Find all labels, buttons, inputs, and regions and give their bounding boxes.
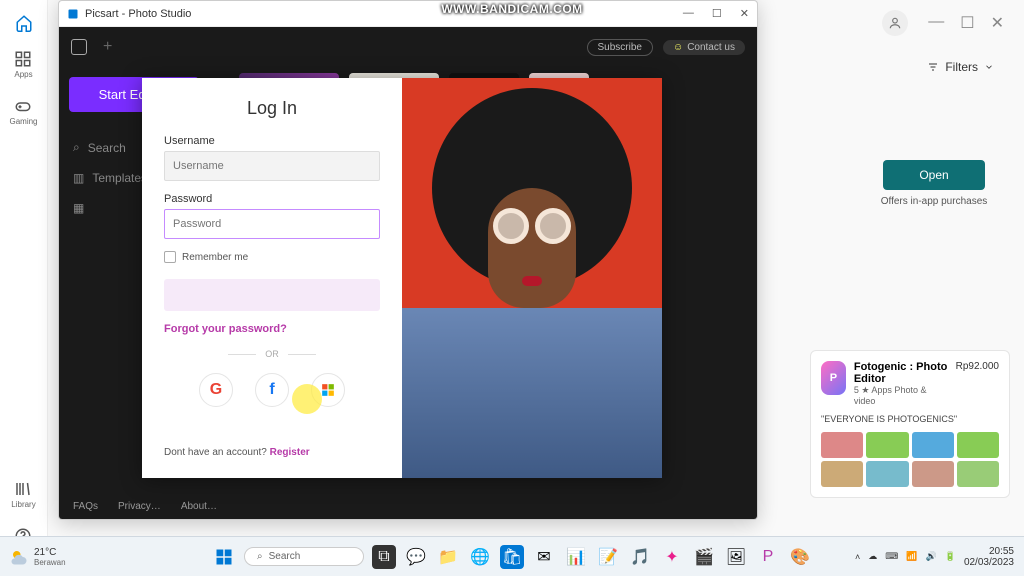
windows-taskbar: 21°C Berawan ⌕ Search ⧉ 💬 📁 🌐 🛍 ✉ 📊 📝 🎵 … bbox=[0, 536, 1024, 576]
windows-start-icon bbox=[215, 548, 233, 566]
pwin-maximize-icon[interactable]: ☐ bbox=[712, 7, 722, 20]
maximize-icon[interactable]: ☐ bbox=[960, 13, 974, 33]
taskbar-app-icon[interactable]: 🖼 bbox=[724, 545, 748, 569]
start-button[interactable] bbox=[212, 545, 236, 569]
footer-about[interactable]: About… bbox=[181, 501, 217, 512]
tray-chevron-icon[interactable]: ˄ bbox=[855, 552, 860, 562]
card-thumbnails bbox=[821, 432, 999, 487]
apps-icon bbox=[14, 50, 32, 68]
password-input[interactable] bbox=[164, 209, 380, 239]
taskbar-app-icon[interactable]: ✉ bbox=[532, 545, 556, 569]
picsart-titlebar[interactable]: Picsart - Photo Studio — ☐ ✕ bbox=[59, 1, 757, 27]
gaming-icon bbox=[14, 97, 32, 115]
taskbar-store-icon[interactable]: 🛍 bbox=[500, 545, 524, 569]
home-icon bbox=[15, 14, 33, 32]
filters-dropdown[interactable]: Filters bbox=[927, 60, 994, 74]
store-window-controls: — ☐ ✕ bbox=[928, 13, 1004, 33]
login-heading: Log In bbox=[164, 98, 380, 119]
bandicam-watermark: WWW.BANDICAM.COM bbox=[441, 2, 582, 16]
grid-icon: ▦ bbox=[73, 201, 84, 215]
user-avatar[interactable] bbox=[882, 10, 908, 36]
taskbar-app-icon[interactable]: 📝 bbox=[596, 545, 620, 569]
search-icon: ⌕ bbox=[73, 140, 80, 155]
ms-store-left-rail: Apps Gaming Library Help bbox=[0, 0, 48, 576]
rail-home[interactable] bbox=[15, 14, 33, 32]
pwin-minimize-icon[interactable]: — bbox=[683, 7, 694, 20]
card-price: Rp92.000 bbox=[956, 361, 999, 406]
pwin-close-icon[interactable]: ✕ bbox=[740, 7, 749, 20]
picsart-app-icon bbox=[67, 8, 79, 20]
card-title: Fotogenic : Photo Editor bbox=[854, 361, 948, 385]
close-icon[interactable]: ✕ bbox=[991, 13, 1004, 33]
filters-label: Filters bbox=[945, 60, 978, 74]
library-icon bbox=[14, 480, 32, 498]
login-hero-image bbox=[402, 78, 662, 478]
taskbar-clock[interactable]: 20:55 02/03/2023 bbox=[964, 546, 1014, 568]
or-divider: OR bbox=[164, 349, 380, 359]
rail-apps[interactable]: Apps bbox=[14, 50, 32, 79]
iap-text: Offers in-app purchases bbox=[881, 196, 988, 207]
tray-volume-icon[interactable]: 🔊 bbox=[926, 551, 937, 562]
taskbar-temp: 21°C bbox=[34, 547, 66, 558]
taskbar-search[interactable]: ⌕ Search bbox=[244, 547, 364, 566]
username-input[interactable] bbox=[164, 151, 380, 181]
templates-icon: ▥ bbox=[73, 171, 84, 185]
facebook-login-button[interactable]: f bbox=[255, 373, 289, 407]
taskbar-app-icon[interactable]: 🎵 bbox=[628, 545, 652, 569]
rail-apps-label: Apps bbox=[14, 70, 32, 79]
taskbar-weather[interactable]: 21°C Berawan bbox=[10, 547, 66, 567]
minimize-icon[interactable]: — bbox=[928, 13, 944, 33]
footer-faqs[interactable]: FAQs bbox=[73, 501, 98, 512]
card-logo-icon: P bbox=[821, 361, 846, 395]
taskbar-app-icon[interactable]: 📊 bbox=[564, 545, 588, 569]
tray-cloud-icon[interactable]: ☁ bbox=[868, 551, 877, 562]
taskbar-explorer-icon[interactable]: 📁 bbox=[436, 545, 460, 569]
remember-label: Remember me bbox=[182, 252, 248, 263]
taskbar-chat-icon[interactable]: 💬 bbox=[404, 545, 428, 569]
forgot-password-link[interactable]: Forgot your password? bbox=[164, 323, 380, 335]
clock-date: 02/03/2023 bbox=[964, 557, 1014, 568]
no-account-text: Dont have an account? bbox=[164, 447, 270, 458]
tray-battery-icon[interactable]: 🔋 bbox=[945, 551, 956, 562]
google-login-button[interactable]: G bbox=[199, 373, 233, 407]
signin-button[interactable]: Sign In bbox=[164, 279, 380, 311]
taskbar-app-icon[interactable]: ⧉ bbox=[372, 545, 396, 569]
related-app-card[interactable]: P Fotogenic : Photo Editor 5 ★ Apps Phot… bbox=[810, 350, 1010, 498]
search-icon: ⌕ bbox=[257, 551, 263, 562]
rail-library[interactable]: Library bbox=[11, 480, 35, 509]
picsart-title: Picsart - Photo Studio bbox=[85, 8, 191, 20]
register-link[interactable]: Register bbox=[270, 447, 310, 458]
rail-gaming[interactable]: Gaming bbox=[9, 97, 37, 126]
rail-gaming-label: Gaming bbox=[9, 117, 37, 126]
open-button[interactable]: Open bbox=[883, 160, 984, 190]
taskbar-edge-icon[interactable]: 🌐 bbox=[468, 545, 492, 569]
taskbar-weather-text: Berawan bbox=[34, 558, 66, 567]
filter-icon bbox=[927, 61, 939, 73]
login-modal: Log In Username Password Remember me Sig… bbox=[142, 78, 662, 478]
user-icon bbox=[888, 16, 902, 30]
checkbox-icon bbox=[164, 251, 176, 263]
password-label: Password bbox=[164, 193, 380, 205]
taskbar-app-icon[interactable]: 🎨 bbox=[788, 545, 812, 569]
tray-wifi-icon[interactable]: 📶 bbox=[906, 551, 917, 562]
picsart-home-icon[interactable] bbox=[71, 39, 87, 55]
rail-library-label: Library bbox=[11, 500, 35, 509]
subscribe-button[interactable]: Subscribe bbox=[587, 39, 653, 56]
cursor-highlight bbox=[292, 384, 322, 414]
clock-time: 20:55 bbox=[964, 546, 1014, 557]
taskbar-search-text: Search bbox=[269, 551, 301, 562]
contact-button[interactable]: ☺Contact us bbox=[663, 40, 745, 55]
username-label: Username bbox=[164, 135, 380, 147]
footer-privacy[interactable]: Privacy… bbox=[118, 501, 161, 512]
taskbar-picsart-icon[interactable]: P bbox=[756, 545, 780, 569]
card-tagline: "EVERYONE IS PHOTOGENICS" bbox=[821, 414, 999, 424]
windows-icon bbox=[321, 383, 335, 397]
remember-me-checkbox[interactable]: Remember me bbox=[164, 251, 380, 263]
taskbar-app-icon[interactable]: 🎬 bbox=[692, 545, 716, 569]
card-sub: 5 ★ Apps Photo & video bbox=[854, 385, 948, 406]
taskbar-app-icon[interactable]: ✦ bbox=[660, 545, 684, 569]
chevron-down-icon bbox=[984, 62, 994, 72]
weather-icon bbox=[10, 548, 28, 566]
tray-language[interactable]: ⌨ bbox=[885, 551, 898, 562]
